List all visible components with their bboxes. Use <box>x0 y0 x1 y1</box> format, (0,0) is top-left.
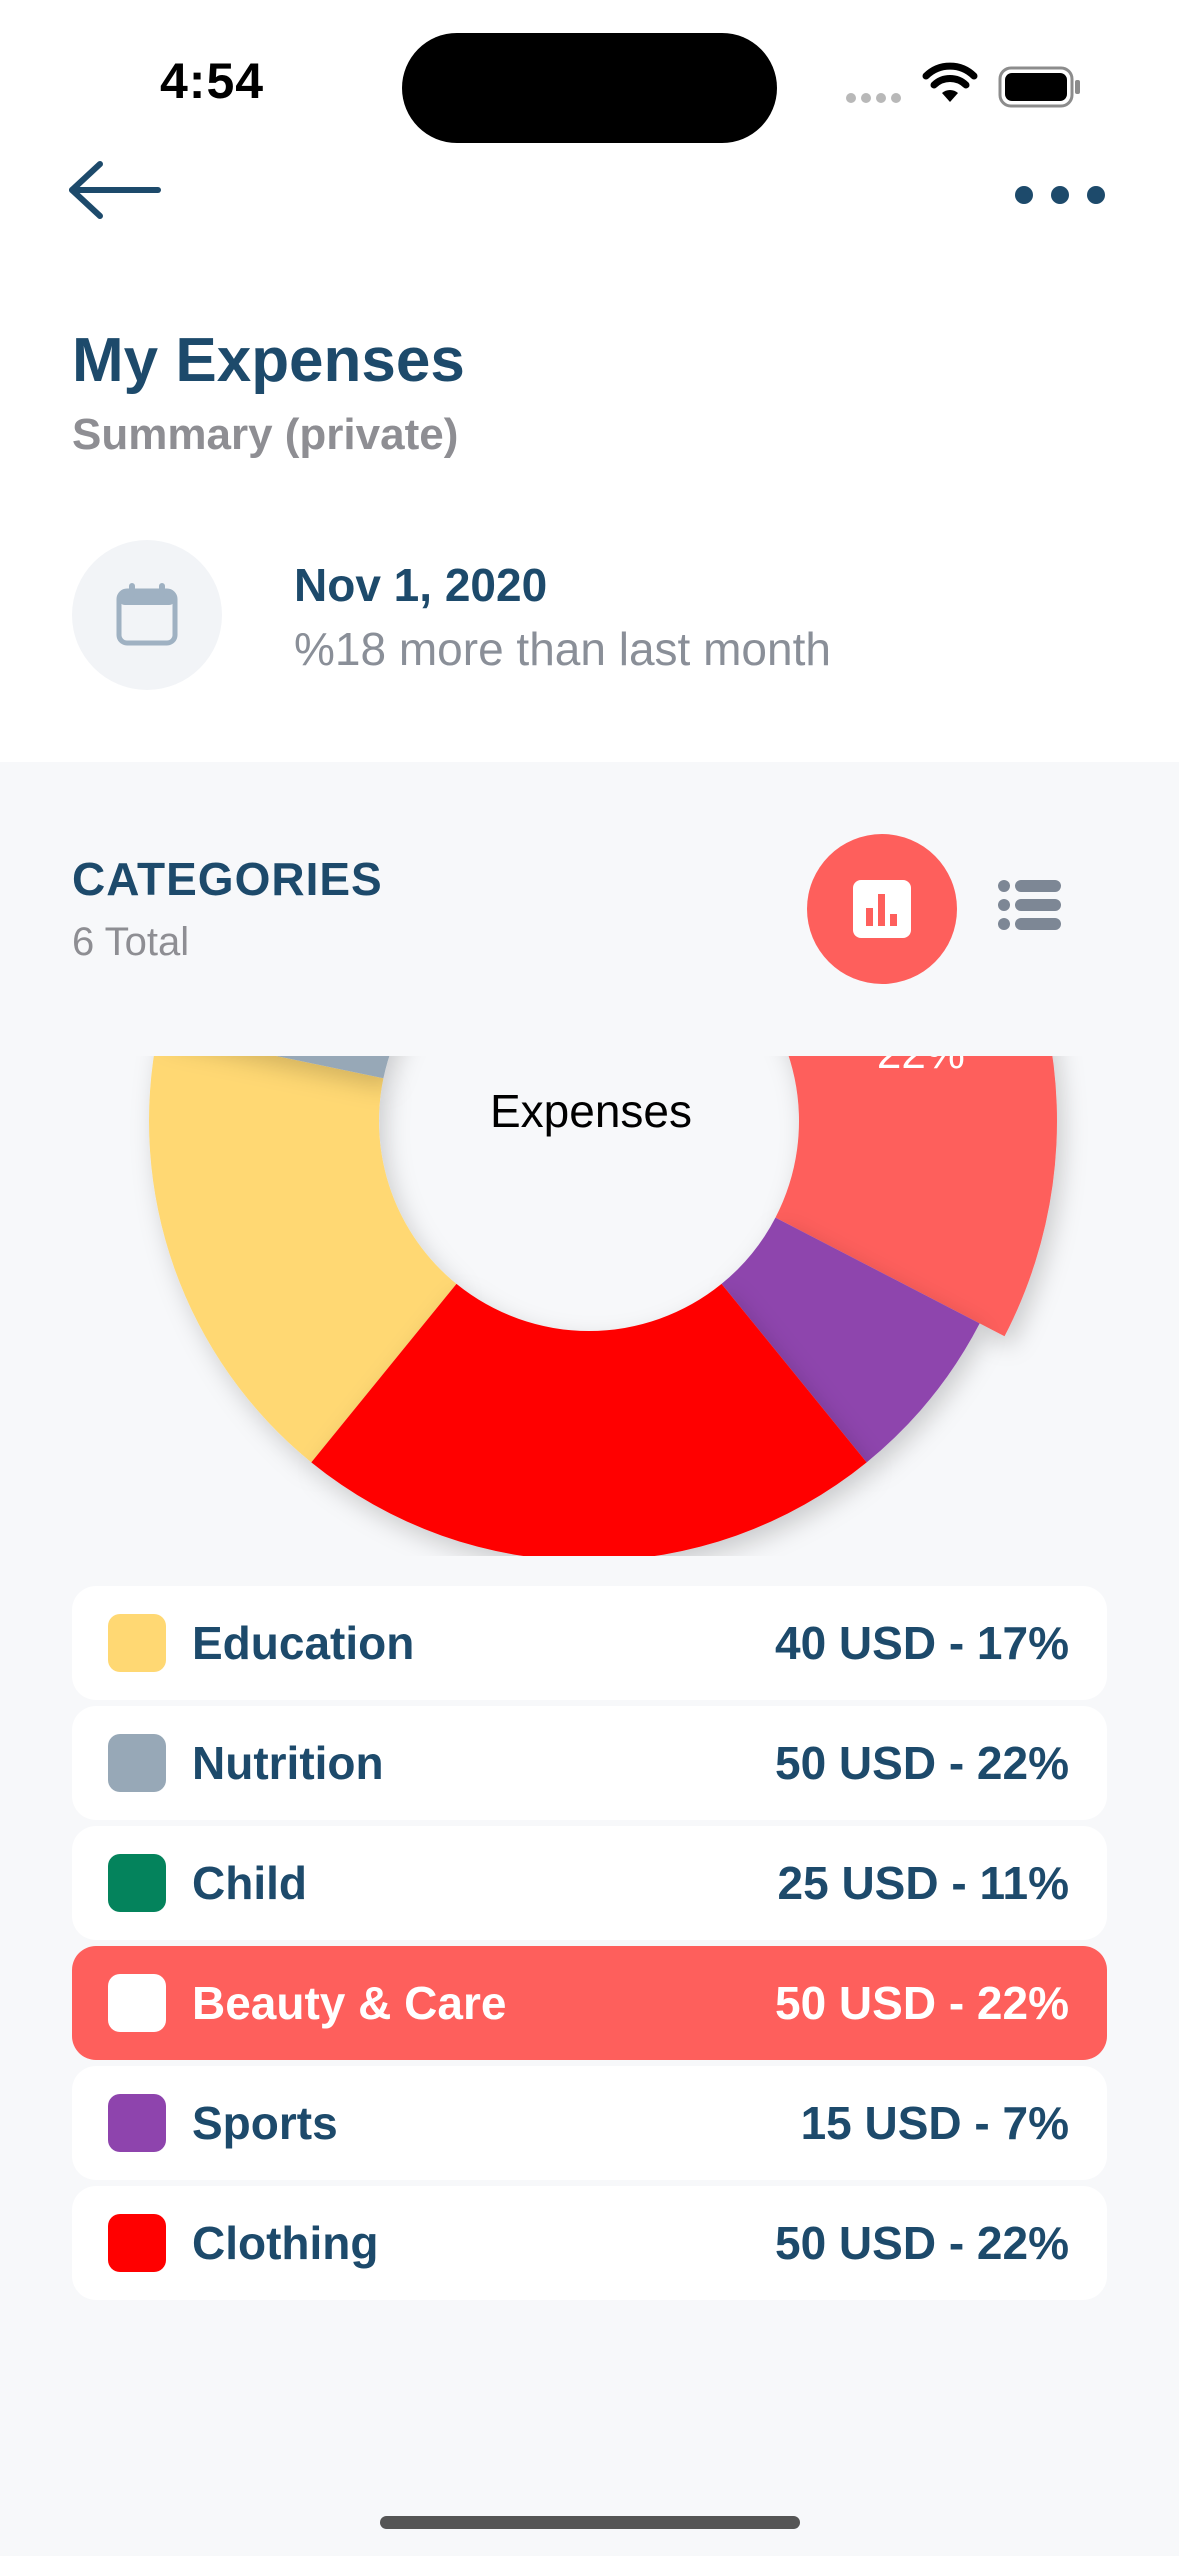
legend-label: Child <box>192 1857 307 1909</box>
category-legend-list: Education 40 USD - 17% Nutrition 50 USD … <box>72 1586 1107 2306</box>
color-swatch <box>108 1614 166 1672</box>
legend-row-nutrition[interactable]: Nutrition 50 USD - 22% <box>72 1706 1107 1820</box>
legend-label: Clothing <box>192 2217 379 2269</box>
expenses-pie-chart[interactable]: 22%11%22% Expenses <box>0 1056 1179 1556</box>
cellular-signal-icon <box>846 90 906 108</box>
categories-title: CATEGORIES <box>72 853 383 905</box>
color-swatch <box>108 1974 166 2032</box>
legend-label: Sports <box>192 2097 338 2149</box>
battery-icon <box>998 66 1082 113</box>
legend-amount: 25 USD - 11% <box>777 1857 1069 1909</box>
period-comparison: %18 more than last month <box>294 623 831 675</box>
slice-label: 22% <box>877 1056 965 1078</box>
legend-label: Beauty & Care <box>192 1977 507 2029</box>
legend-row-beauty-care[interactable]: Beauty & Care 50 USD - 22% <box>72 1946 1107 2060</box>
list-icon <box>998 880 1061 930</box>
color-swatch <box>108 2094 166 2152</box>
color-swatch <box>108 1854 166 1912</box>
more-dots-icon <box>1015 186 1105 204</box>
chart-view-button[interactable] <box>807 834 957 984</box>
home-indicator <box>380 2516 800 2529</box>
calendar-button[interactable] <box>72 540 222 690</box>
color-swatch <box>108 2214 166 2272</box>
period-date: Nov 1, 2020 <box>294 559 548 611</box>
dynamic-island <box>402 33 777 143</box>
color-swatch <box>108 1734 166 1792</box>
legend-row-sports[interactable]: Sports 15 USD - 7% <box>72 2066 1107 2180</box>
legend-amount: 50 USD - 22% <box>774 1737 1069 1789</box>
page-title: My Expenses <box>72 326 465 395</box>
list-view-button[interactable] <box>998 878 1062 937</box>
arrow-left-icon <box>69 161 161 219</box>
bar-chart-icon <box>853 880 911 938</box>
calendar-icon <box>116 583 178 646</box>
legend-row-child[interactable]: Child 25 USD - 11% <box>72 1826 1107 1940</box>
wifi-icon <box>922 62 978 109</box>
legend-label: Nutrition <box>192 1737 384 1789</box>
more-button[interactable] <box>1010 170 1110 220</box>
back-button[interactable] <box>64 150 174 230</box>
legend-amount: 50 USD - 22% <box>774 1977 1069 2029</box>
categories-total: 6 Total <box>72 920 190 964</box>
legend-row-education[interactable]: Education 40 USD - 17% <box>72 1586 1107 1700</box>
status-time: 4:54 <box>160 53 265 109</box>
legend-label: Education <box>192 1617 415 1669</box>
legend-amount: 50 USD - 22% <box>774 2217 1069 2269</box>
chart-center-label: Expenses <box>490 1085 693 1137</box>
legend-row-clothing[interactable]: Clothing 50 USD - 22% <box>72 2186 1107 2300</box>
legend-amount: 40 USD - 17% <box>774 1617 1069 1669</box>
page-subtitle: Summary (private) <box>72 410 459 459</box>
legend-amount: 15 USD - 7% <box>800 2097 1069 2149</box>
